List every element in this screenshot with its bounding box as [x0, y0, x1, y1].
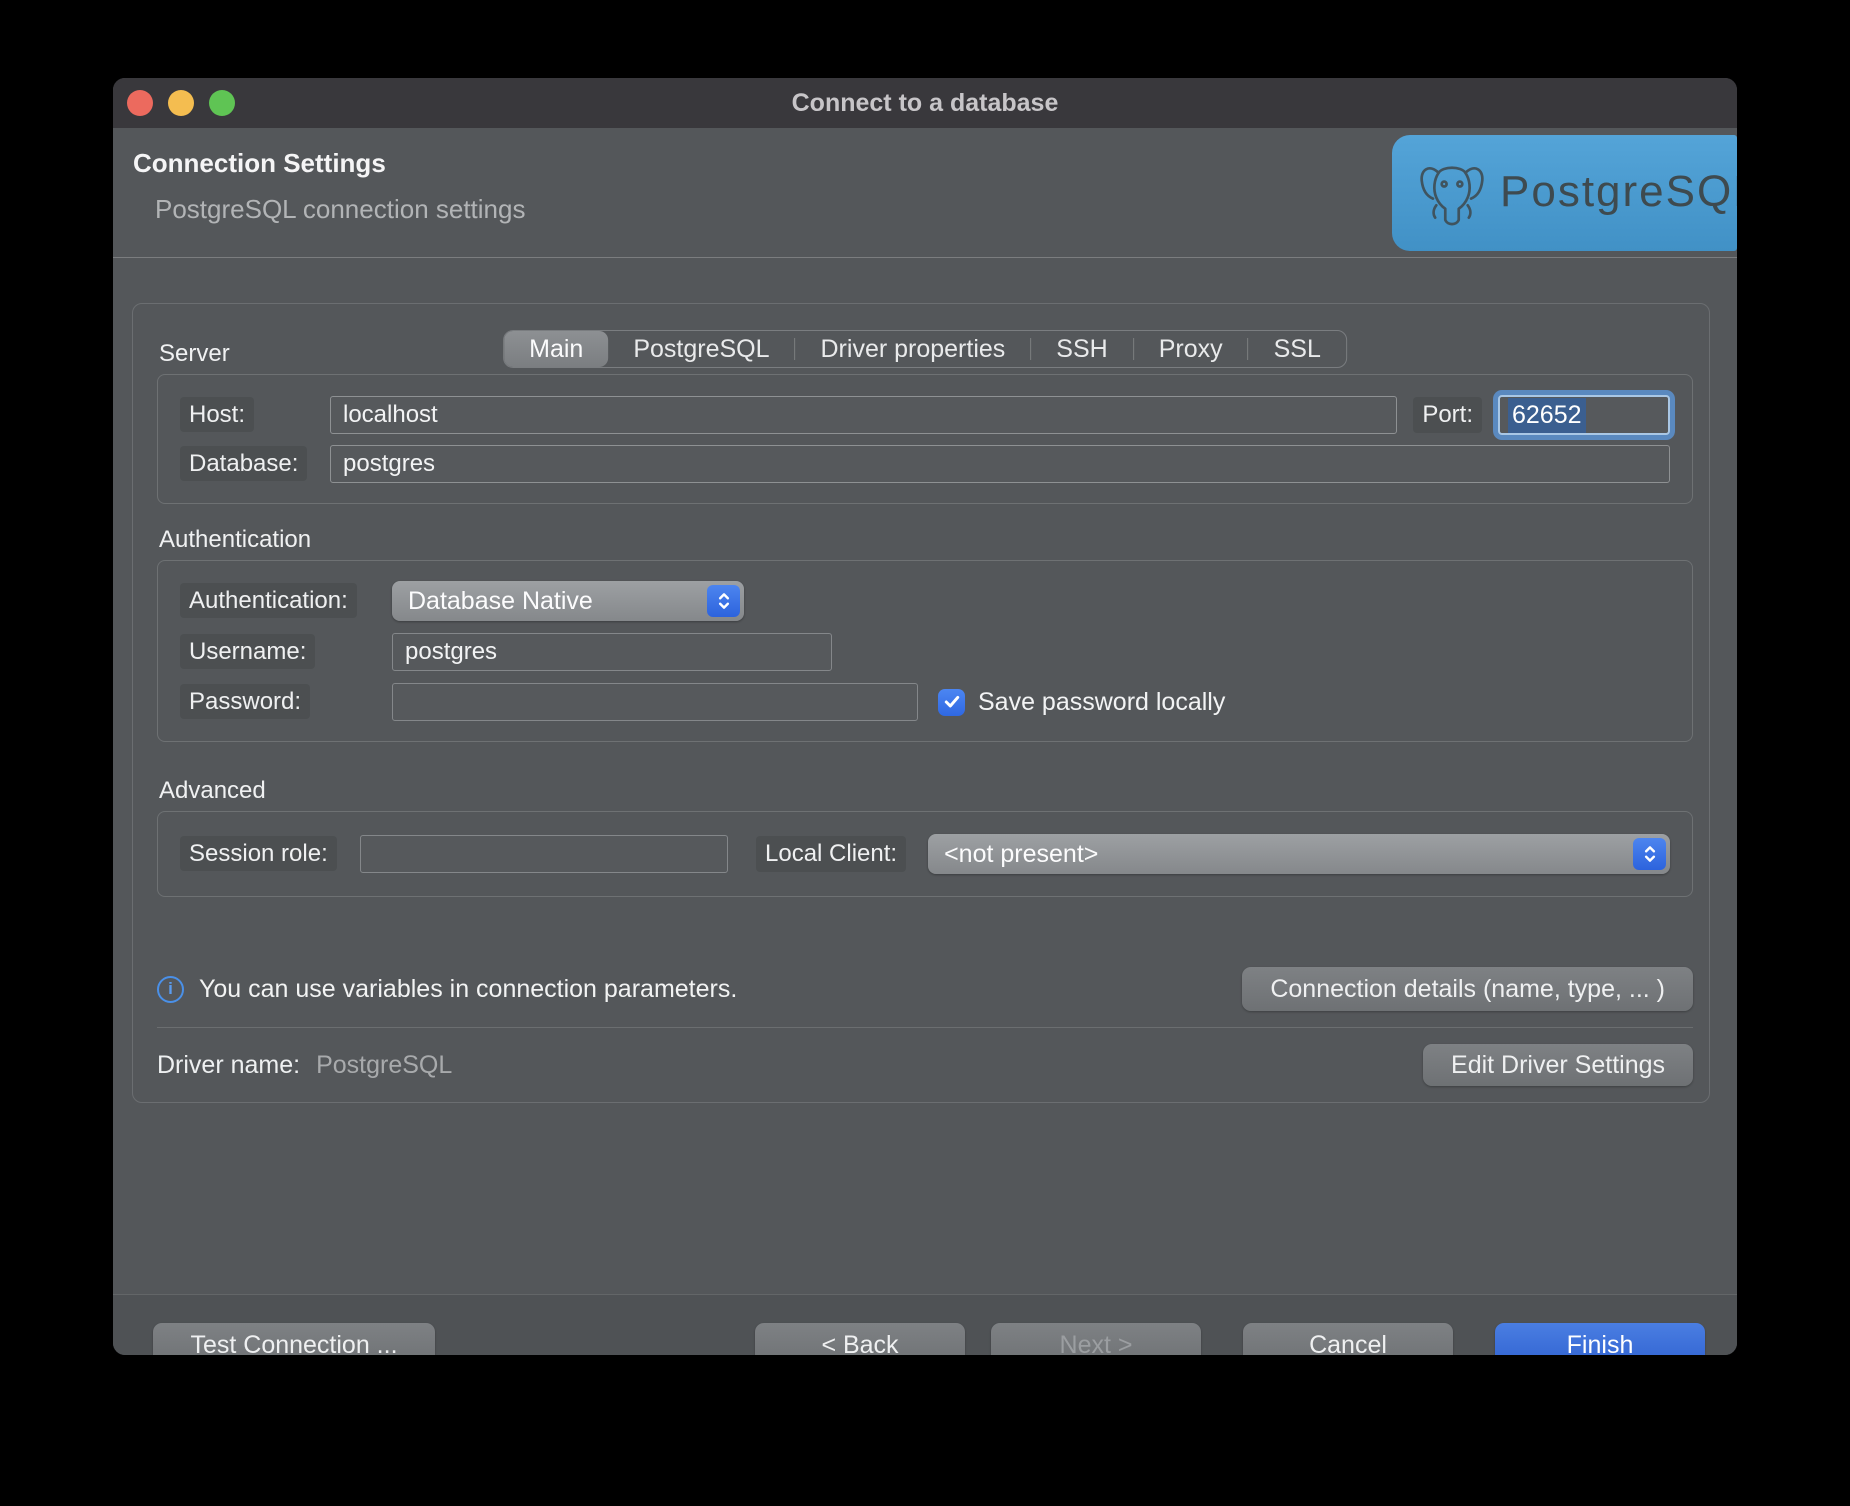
page-subtitle: PostgreSQL connection settings — [155, 194, 525, 225]
tab-ssh[interactable]: SSH — [1031, 331, 1132, 367]
tab-postgresql[interactable]: PostgreSQL — [608, 331, 794, 367]
tab-main[interactable]: Main — [504, 331, 608, 367]
window-title: Connect to a database — [792, 89, 1059, 118]
minimize-window-icon[interactable] — [168, 90, 194, 116]
zoom-window-icon[interactable] — [209, 90, 235, 116]
password-label: Password: — [180, 684, 310, 719]
host-input[interactable] — [330, 396, 1397, 434]
local-client-select[interactable]: <not present> — [928, 834, 1670, 874]
server-group: Host: Port: 62652 Database: — [157, 374, 1693, 504]
advanced-group: Session role: Local Client: <not present… — [157, 811, 1693, 897]
edit-driver-settings-button[interactable]: Edit Driver Settings — [1423, 1044, 1693, 1086]
info-icon: i — [157, 976, 184, 1003]
authentication-group: Authentication: Database Native Username… — [157, 560, 1693, 742]
username-label: Username: — [180, 634, 315, 669]
driver-divider — [157, 1027, 1693, 1028]
postgresql-elephant-icon — [1416, 156, 1488, 230]
authentication-select[interactable]: Database Native — [392, 581, 744, 621]
connect-dialog-window: Connect to a database Connection Setting… — [113, 78, 1737, 1355]
database-label: Database: — [180, 446, 307, 481]
advanced-section-label: Advanced — [159, 777, 1693, 805]
main-tab-panel: Server Host: Port: 62652 Database: Authe… — [132, 303, 1710, 1103]
chevron-up-down-icon — [707, 585, 740, 617]
close-window-icon[interactable] — [127, 90, 153, 116]
session-role-label: Session role: — [180, 836, 337, 871]
authentication-selected-value: Database Native — [408, 587, 593, 616]
authentication-label: Authentication: — [180, 583, 357, 618]
page-title: Connection Settings — [133, 148, 386, 179]
database-input[interactable] — [330, 445, 1670, 483]
port-label: Port: — [1413, 397, 1482, 433]
dialog-button-bar: Test Connection ... < Back Next > Cancel… — [113, 1294, 1737, 1355]
driver-name-value: PostgreSQL — [316, 1051, 452, 1080]
traffic-lights — [127, 90, 235, 116]
port-input[interactable]: 62652 — [1498, 395, 1670, 435]
chevron-up-down-icon — [1633, 838, 1666, 870]
checkmark-icon — [944, 695, 960, 709]
dialog-body: Main PostgreSQL Driver properties SSH Pr… — [113, 303, 1737, 1355]
connection-tabs: Main PostgreSQL Driver properties SSH Pr… — [503, 330, 1347, 368]
tab-driver-properties[interactable]: Driver properties — [796, 331, 1031, 367]
session-role-input[interactable] — [360, 835, 728, 873]
postgresql-brand-text: PostgreSQL — [1500, 167, 1737, 217]
port-selected-text: 62652 — [1508, 398, 1586, 433]
local-client-selected-value: <not present> — [944, 840, 1098, 869]
next-button: Next > — [991, 1323, 1201, 1355]
authentication-section-label: Authentication — [159, 526, 1693, 554]
save-password-checkbox[interactable] — [938, 689, 965, 716]
host-label: Host: — [180, 397, 254, 432]
finish-button[interactable]: Finish — [1495, 1323, 1705, 1355]
tab-proxy[interactable]: Proxy — [1134, 331, 1248, 367]
local-client-label: Local Client: — [756, 836, 906, 872]
variables-info-row: i You can use variables in connection pa… — [157, 967, 1693, 1011]
password-input[interactable] — [392, 683, 918, 721]
dialog-header: Connection Settings PostgreSQL connectio… — [113, 128, 1737, 258]
tab-ssl[interactable]: SSL — [1249, 331, 1346, 367]
connection-details-button[interactable]: Connection details (name, type, ... ) — [1242, 967, 1693, 1011]
postgresql-banner: PostgreSQL — [1392, 135, 1737, 251]
username-input[interactable] — [392, 633, 832, 671]
variables-info-text: You can use variables in connection para… — [199, 975, 737, 1004]
test-connection-button[interactable]: Test Connection ... — [153, 1323, 435, 1355]
driver-name-label: Driver name: — [157, 1051, 300, 1080]
title-bar[interactable]: Connect to a database — [113, 78, 1737, 128]
save-password-label[interactable]: Save password locally — [978, 688, 1225, 717]
driver-row: Driver name: PostgreSQL Edit Driver Sett… — [157, 1044, 1693, 1086]
cancel-button[interactable]: Cancel — [1243, 1323, 1453, 1355]
back-button[interactable]: < Back — [755, 1323, 965, 1355]
